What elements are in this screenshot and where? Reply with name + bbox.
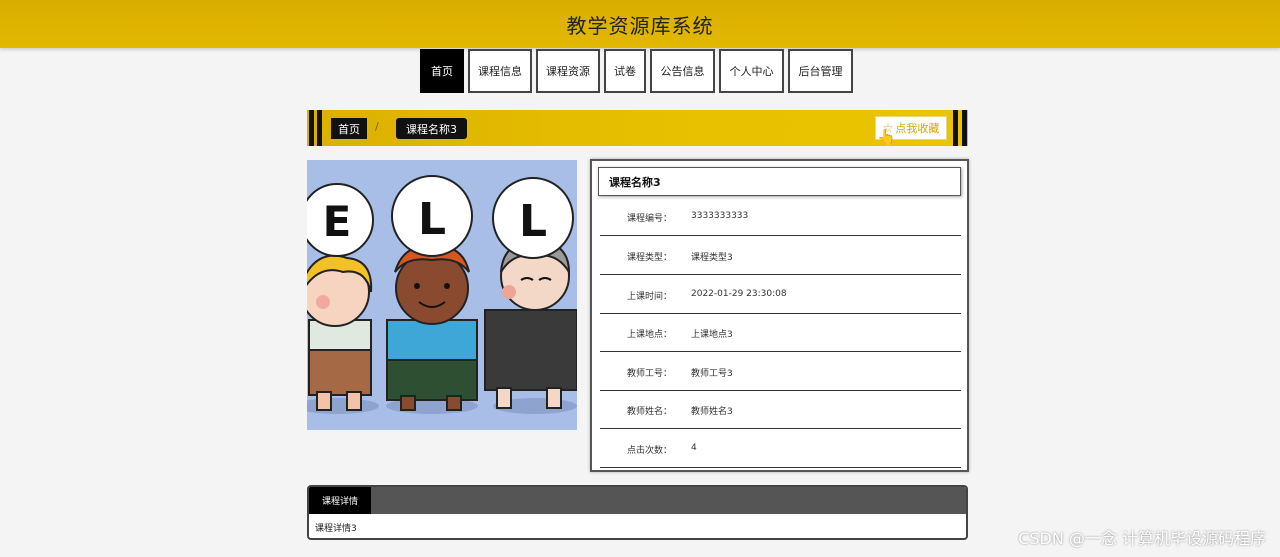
course-detail-panel: 课程详情 课程详情3 <box>307 485 968 540</box>
watermark: CSDN @一念 计算机毕设源码程序 <box>1018 529 1266 548</box>
letter-l-2: L <box>519 196 547 247</box>
stripe-decoration <box>953 110 958 146</box>
site-title: 教学资源库系统 <box>566 13 714 38</box>
nav-home[interactable]: 首页 <box>420 49 464 93</box>
info-row-course-type: 课程类型： 课程类型3 <box>600 236 961 275</box>
course-cover-image: E L L <box>307 160 577 430</box>
breadcrumb-separator: / <box>375 120 379 133</box>
cartoon-illustration: E L L <box>307 160 577 430</box>
tab-course-detail[interactable]: 课程详情 <box>309 487 371 514</box>
breadcrumb-home[interactable]: 首页 <box>331 118 367 139</box>
stripe-decoration <box>962 110 967 146</box>
info-row-click-count: 点击次数： 4 <box>600 429 961 468</box>
field-value: 3333333333 <box>691 211 749 221</box>
nav-personal-center[interactable]: 个人中心 <box>719 49 784 93</box>
site-header: 教学资源库系统 <box>0 0 1280 48</box>
field-label: 点击次数： <box>626 446 672 456</box>
letter-e: E <box>323 197 352 246</box>
main-nav: 首页 课程信息 课程资源 试卷 公告信息 个人中心 后台管理 <box>420 49 853 93</box>
favorite-label: 点我收藏 <box>895 122 940 135</box>
breadcrumb-current: 课程名称3 <box>396 118 467 139</box>
letter-l-1: L <box>418 194 446 245</box>
info-row-teacher-name: 教师姓名： 教师姓名3 <box>600 390 961 429</box>
field-label: 课程类型： <box>626 253 672 263</box>
field-label: 上课时间： <box>626 292 672 302</box>
course-title: 课程名称3 <box>598 167 961 196</box>
nav-exam-papers[interactable]: 试卷 <box>604 49 646 93</box>
field-value: 教师工号3 <box>691 369 733 379</box>
field-value: 2022-01-29 23:30:08 <box>691 289 787 299</box>
field-label: 教师姓名： <box>626 407 672 417</box>
course-info-card: 课程名称3 课程编号： 3333333333 课程类型： 课程类型3 上课时间：… <box>590 159 969 472</box>
info-row-course-number: 课程编号： 3333333333 <box>600 197 961 236</box>
nav-admin[interactable]: 后台管理 <box>788 49 853 93</box>
field-label: 课程编号： <box>626 214 672 224</box>
info-row-class-location: 上课地点： 上课地点3 <box>600 313 961 352</box>
field-value: 教师姓名3 <box>691 407 733 417</box>
field-value: 上课地点3 <box>691 330 733 340</box>
nav-course-info[interactable]: 课程信息 <box>468 49 532 93</box>
detail-tab-bar: 课程详情 <box>309 487 966 514</box>
field-value: 4 <box>691 443 697 453</box>
field-label: 教师工号： <box>626 369 672 379</box>
nav-course-resources[interactable]: 课程资源 <box>536 49 600 93</box>
info-row-class-time: 上课时间： 2022-01-29 23:30:08 <box>600 275 961 314</box>
course-detail-content: 课程详情3 <box>315 524 357 534</box>
nav-announcements[interactable]: 公告信息 <box>650 49 715 93</box>
pointer-cursor-icon: 👆 <box>877 128 896 146</box>
field-label: 上课地点： <box>626 330 672 340</box>
info-row-teacher-id: 教师工号： 教师工号3 <box>600 352 961 391</box>
breadcrumb-bar: 首页 / 课程名称3 ☆ 点我收藏 <box>307 110 968 146</box>
field-value: 课程类型3 <box>691 253 733 263</box>
stripe-decoration <box>317 110 322 146</box>
stripe-decoration <box>309 110 314 146</box>
